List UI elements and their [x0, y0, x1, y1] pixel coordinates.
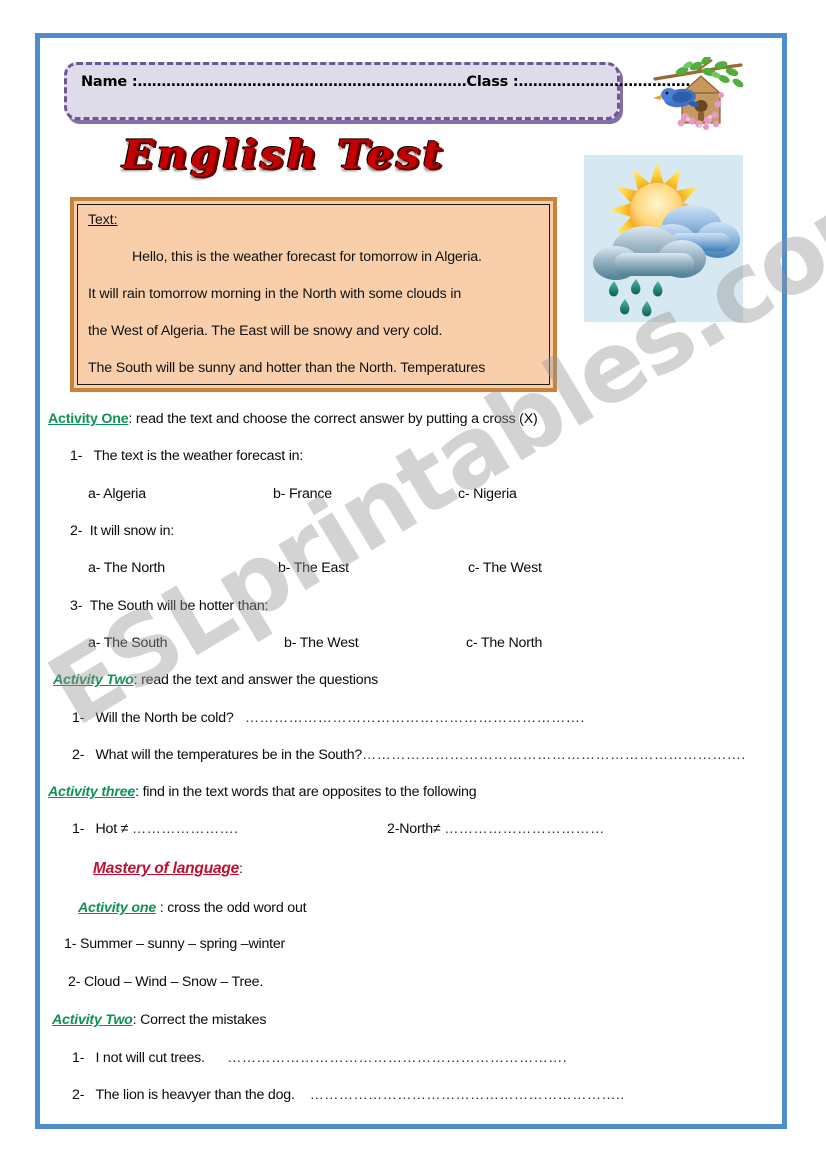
q3-prompt: The South will be hotter than:	[89, 598, 269, 614]
q1-prompt-line: 1- The text is the weather forecast in:	[70, 448, 303, 464]
mastery-activity-two-heading-line: Activity Two: Correct the mistakes	[52, 1012, 266, 1028]
mastery-a2-item2-prompt: The lion is heavyer than the dog.	[95, 1087, 295, 1103]
a2-q2-answer-line[interactable]: …………………………………………………………………….	[362, 747, 746, 763]
name-class-box[interactable]: Name :……………………………………………………………Class :……………	[64, 62, 696, 120]
q1-choice-a[interactable]: a- Algeria	[88, 486, 273, 502]
q3-choices: a- The South b- The West c- The North	[88, 635, 568, 651]
mastery-a2-item-1-line: 1- I not will cut trees. …………………………………………	[72, 1050, 567, 1066]
reading-text-box: Text: Hello, this is the weather forecas…	[70, 197, 557, 392]
mastery-activity-one-instruction: : cross the odd word out	[156, 900, 307, 916]
q3-number: 3-	[70, 598, 83, 614]
q2-choice-b[interactable]: b- The East	[278, 560, 468, 576]
q2-choice-a[interactable]: a- The North	[88, 560, 278, 576]
activity-two-heading: Activity Two	[53, 672, 134, 688]
text-label: Text:	[88, 211, 118, 227]
a2-q2-line: 2- What will the temperatures be in the …	[72, 747, 746, 763]
q1-choice-b[interactable]: b- France	[273, 486, 458, 502]
mastery-heading: Mastery of language	[93, 860, 240, 877]
a3-item1-number: 1-	[72, 821, 85, 837]
mastery-a2-item-2-line: 2- The lion is heavyer than the dog. …………	[72, 1087, 625, 1103]
activity-three-items: 1- Hot ≠ …………………. 2-North≠ ……………………………	[72, 821, 604, 837]
weather-sun-clouds-rain-icon	[584, 155, 743, 322]
activity-three-heading: Activity three	[48, 784, 136, 800]
q3-choice-b[interactable]: b- The West	[284, 635, 466, 651]
activity-one-heading: Activity One	[48, 411, 129, 427]
q1-choices: a- Algeria b- France c- Nigeria	[88, 486, 558, 502]
mastery-activity-two-instruction: : Correct the mistakes	[132, 1012, 267, 1028]
q1-prompt: The text is the weather forecast in:	[93, 448, 304, 464]
a3-item1-answer-line[interactable]: ………………….	[132, 821, 238, 837]
a2-q1-answer-line[interactable]: …………………………………………………………….	[245, 710, 585, 726]
reading-line-1: Hello, this is the weather forecast for …	[132, 249, 482, 265]
mastery-activity-two-heading: Activity Two	[52, 1012, 133, 1028]
birdhouse-icon	[652, 55, 744, 133]
activity-two-heading-line: Activity Two: read the text and answer t…	[53, 672, 378, 688]
activity-one-heading-line: Activity One: read the text and choose t…	[48, 411, 538, 427]
a3-item2-prompt: 2-North≠	[387, 821, 441, 837]
reading-line-4: The South will be sunny and hotter than …	[88, 360, 486, 376]
a3-item2-answer-line[interactable]: ……………………………	[444, 821, 604, 837]
q3-choice-c[interactable]: c- The North	[466, 635, 542, 651]
reading-line-2: It will rain tomorrow morning in the Nor…	[88, 286, 462, 302]
worksheet-page: Name :……………………………………………………………Class :……………	[0, 0, 826, 1169]
q3-choice-a[interactable]: a- The South	[88, 635, 284, 651]
q1-number: 1-	[70, 448, 83, 464]
page-title: English Test	[122, 132, 445, 178]
a2-q1-number: 1-	[72, 710, 85, 726]
q2-number: 2-	[70, 523, 83, 539]
a2-q1-line: 1- Will the North be cold? ……………………………………	[72, 710, 585, 726]
q3-prompt-line: 3- The South will be hotter than:	[70, 598, 268, 614]
q1-choice-c[interactable]: c- Nigeria	[458, 486, 517, 502]
mastery-heading-line: Mastery of language:	[93, 860, 243, 878]
q2-choices: a- The North b- The East c- The West	[88, 560, 558, 576]
mastery-a2-item2-number: 2-	[72, 1087, 85, 1103]
a2-q2-number: 2-	[72, 747, 85, 763]
mastery-colon: :	[239, 861, 243, 877]
activity-one-instruction: : read the text and choose the correct a…	[128, 411, 538, 427]
mastery-activity-one-heading: Activity one	[78, 900, 157, 916]
q2-choice-c[interactable]: c- The West	[468, 560, 542, 576]
q2-prompt: It will snow in:	[89, 523, 175, 539]
mastery-a2-item1-number: 1-	[72, 1050, 85, 1066]
activity-three-instruction: : find in the text words that are opposi…	[135, 784, 477, 800]
a3-item1-prompt: Hot ≠	[95, 821, 129, 837]
mastery-a2-item2-answer-line[interactable]: ………………………………………………………..	[310, 1087, 625, 1103]
reading-line-3: the West of Algeria. The East will be sn…	[88, 323, 443, 339]
name-class-label: Name :……………………………………………………………Class :……………	[81, 74, 696, 90]
mastery-a1-item-2[interactable]: 2- Cloud – Wind – Snow – Tree.	[68, 974, 263, 990]
mastery-a2-item1-prompt: I not will cut trees.	[95, 1050, 205, 1066]
mastery-a2-item1-answer-line[interactable]: …………………………………………………………….	[227, 1050, 567, 1066]
a2-q1-prompt: Will the North be cold?	[95, 710, 234, 726]
q2-prompt-line: 2- It will snow in:	[70, 523, 174, 539]
activity-two-instruction: : read the text and answer the questions	[133, 672, 379, 688]
activity-three-heading-line: Activity three: find in the text words t…	[48, 784, 477, 800]
a2-q2-prompt: What will the temperatures be in the Sou…	[95, 747, 363, 763]
mastery-activity-one-heading-line: Activity one : cross the odd word out	[78, 900, 307, 916]
mastery-a1-item-1[interactable]: 1- Summer – sunny – spring –winter	[64, 936, 285, 952]
